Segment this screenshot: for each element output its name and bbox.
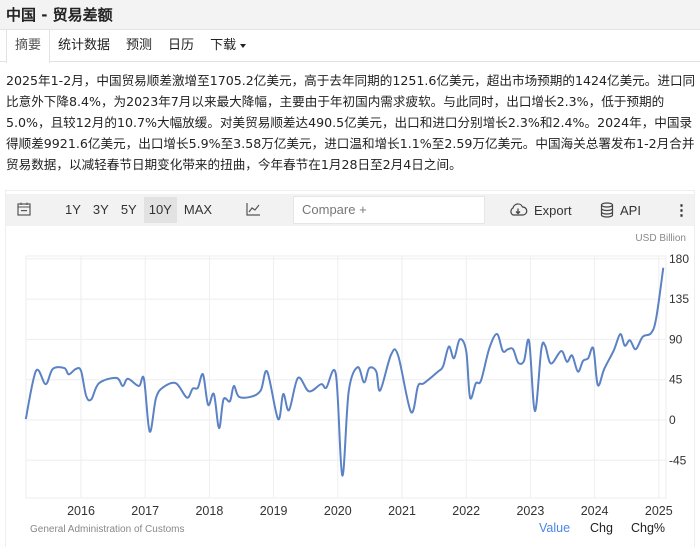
range-5y[interactable]: 5Y bbox=[116, 197, 142, 223]
x-tick-label: 2024 bbox=[581, 504, 609, 518]
source-label: General Administration of Customs bbox=[30, 524, 185, 535]
tab-download[interactable]: 下载 bbox=[202, 30, 254, 61]
api-label: API bbox=[620, 202, 641, 218]
x-tick-label: 2018 bbox=[195, 504, 223, 518]
chart-type-icon[interactable] bbox=[245, 201, 261, 220]
tab-statistics[interactable]: 统计数据 bbox=[50, 30, 118, 61]
tab-bar: 摘要 统计数据 预测 日历 下载 bbox=[0, 30, 700, 63]
export-label: Export bbox=[534, 202, 572, 218]
chart-toolbar: 1Y 3Y 5Y 10Y MAX Compare + Export API ⋮ bbox=[6, 194, 694, 226]
y-tick-label: 90 bbox=[669, 332, 683, 346]
x-tick-label: 2021 bbox=[388, 504, 416, 518]
y-tick-label: 45 bbox=[669, 373, 683, 387]
page-header: 中国 - 贸易差额 bbox=[0, 0, 700, 30]
mode-value[interactable]: Value bbox=[539, 521, 570, 535]
x-tick-label: 2020 bbox=[324, 504, 352, 518]
tab-calendar[interactable]: 日历 bbox=[160, 30, 202, 61]
tab-summary[interactable]: 摘要 bbox=[6, 30, 51, 63]
y-tick-label: -45 bbox=[669, 453, 687, 467]
x-tick-label: 2017 bbox=[131, 504, 159, 518]
caret-down-icon bbox=[240, 43, 247, 48]
x-tick-label: 2025 bbox=[645, 504, 673, 518]
x-tick-label: 2023 bbox=[516, 504, 544, 518]
chart-panel: 1Y 3Y 5Y 10Y MAX Compare + Export API ⋮ … bbox=[5, 190, 695, 547]
unit-label: USD Billion bbox=[635, 233, 686, 244]
database-icon bbox=[600, 202, 614, 218]
compare-input[interactable]: Compare + bbox=[293, 196, 485, 224]
summary-text: 2025年1-2月，中国贸易顺差激增至1705.2亿美元，高于去年同期的1251… bbox=[6, 73, 696, 172]
tab-download-label: 下载 bbox=[210, 38, 237, 53]
x-tick-label: 2019 bbox=[260, 504, 288, 518]
y-tick-label: 135 bbox=[669, 292, 689, 306]
range-10y[interactable]: 10Y bbox=[143, 197, 177, 223]
page-title: 中国 - 贸易差额 bbox=[6, 6, 113, 24]
mode-chg-pct[interactable]: Chg% bbox=[631, 521, 665, 535]
mode-chg[interactable]: Chg bbox=[590, 521, 613, 535]
range-1y[interactable]: 1Y bbox=[60, 197, 86, 223]
tab-forecast[interactable]: 预测 bbox=[118, 30, 160, 61]
export-button[interactable]: Export bbox=[508, 202, 572, 218]
plot-area bbox=[25, 255, 667, 499]
range-max[interactable]: MAX bbox=[179, 197, 217, 223]
more-options-icon[interactable]: ⋮ bbox=[674, 201, 689, 219]
y-tick-label: 0 bbox=[669, 413, 676, 427]
cloud-download-icon bbox=[510, 203, 528, 216]
x-tick-label: 2016 bbox=[67, 504, 95, 518]
y-tick-label: 180 bbox=[669, 252, 689, 266]
api-button[interactable]: API bbox=[600, 202, 641, 218]
calendar-icon[interactable] bbox=[16, 201, 32, 220]
line-chart: 180 135 90 45 0 -45 2016 2017 2018 2019 2020 2021 20… bbox=[24, 252, 689, 518]
x-tick-label: 2022 bbox=[452, 504, 480, 518]
range-3y[interactable]: 3Y bbox=[88, 197, 114, 223]
